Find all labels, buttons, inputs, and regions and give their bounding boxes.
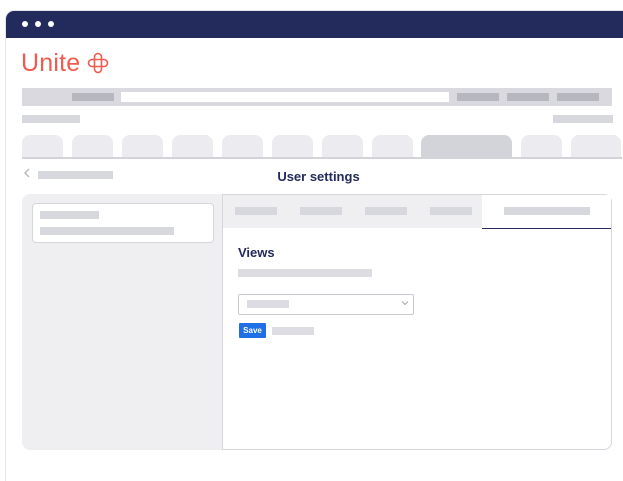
- page-title: User settings: [277, 169, 360, 184]
- tab-active[interactable]: [421, 135, 512, 157]
- tab[interactable]: [122, 135, 163, 157]
- top-nav-bar: [22, 88, 612, 106]
- settings-panel: Views Save: [222, 194, 612, 450]
- tab-underline: [22, 157, 622, 159]
- nav-item[interactable]: [72, 93, 114, 101]
- tab[interactable]: [372, 135, 413, 157]
- tab[interactable]: [222, 135, 263, 157]
- user-detail: [40, 227, 174, 235]
- window-titlebar: [6, 11, 623, 38]
- window-dot: [48, 21, 54, 27]
- brand-name: Unite: [21, 48, 81, 77]
- settings-tabbar: [223, 195, 482, 228]
- settings-tab-active[interactable]: [482, 195, 611, 229]
- chevron-left-icon[interactable]: [23, 168, 31, 178]
- back-link[interactable]: [38, 171, 113, 179]
- tab[interactable]: [521, 135, 562, 157]
- settings-tab[interactable]: [430, 207, 472, 215]
- breadcrumb[interactable]: [22, 115, 80, 123]
- settings-tab-label: [504, 207, 590, 215]
- nav-item[interactable]: [507, 93, 549, 101]
- chevron-down-icon: [401, 301, 409, 306]
- save-button[interactable]: Save: [239, 323, 266, 338]
- section-description: [238, 269, 372, 277]
- tab[interactable]: [571, 135, 621, 157]
- nav-item[interactable]: [457, 93, 499, 101]
- tab[interactable]: [322, 135, 363, 157]
- brand-logo[interactable]: Unite: [21, 49, 109, 77]
- settings-tab[interactable]: [235, 207, 277, 215]
- tab[interactable]: [22, 135, 63, 157]
- nav-item[interactable]: [557, 93, 599, 101]
- left-panel: [22, 194, 222, 450]
- tab[interactable]: [72, 135, 113, 157]
- browser-window: Unite User settings Views Save: [6, 11, 623, 481]
- settings-tab[interactable]: [300, 207, 342, 215]
- user-card[interactable]: [32, 203, 214, 243]
- unite-cross-icon: [88, 52, 109, 74]
- settings-tab[interactable]: [365, 207, 407, 215]
- save-status: [272, 327, 314, 335]
- select-value: [247, 300, 289, 308]
- window-dot: [22, 21, 28, 27]
- views-select[interactable]: [238, 294, 414, 315]
- user-name: [40, 211, 99, 219]
- window-dot: [35, 21, 41, 27]
- section-title: Views: [238, 245, 275, 260]
- header-meta: [553, 115, 613, 123]
- tab[interactable]: [172, 135, 213, 157]
- nav-search-field[interactable]: [121, 92, 449, 102]
- tab[interactable]: [272, 135, 313, 157]
